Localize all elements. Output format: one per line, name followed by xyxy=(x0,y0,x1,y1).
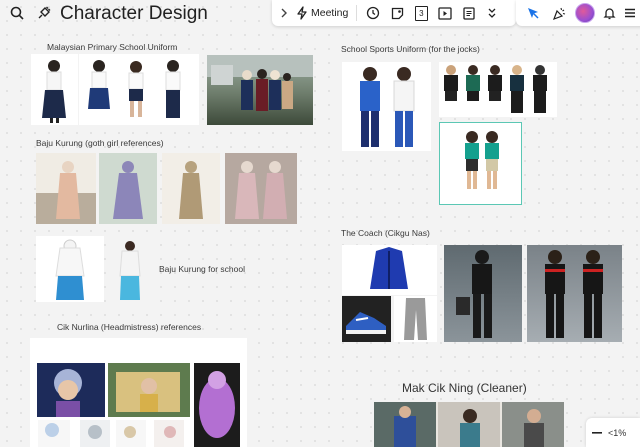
section-label-malaysian-uniform: Malaysian Primary School Uniform xyxy=(47,42,178,52)
meeting-button[interactable]: Meeting xyxy=(292,0,352,26)
uniform-photo-outdoor[interactable] xyxy=(207,55,313,125)
coach-tracksuit-photo-1[interactable] xyxy=(444,245,522,342)
plugin-icon[interactable] xyxy=(34,4,52,22)
zoom-level: <1% xyxy=(608,427,627,438)
baju-kurung-school-photo-1[interactable] xyxy=(36,236,104,302)
lightning-icon xyxy=(296,6,308,20)
celebrate-icon[interactable] xyxy=(546,0,572,26)
uniform-photo-group[interactable] xyxy=(79,54,199,125)
baju-kurung-photo-2[interactable] xyxy=(99,153,157,224)
cursor-icon[interactable] xyxy=(520,0,546,26)
chevron-right-icon[interactable] xyxy=(276,0,292,26)
menu-icon[interactable] xyxy=(620,0,640,26)
chevrons-down-icon[interactable] xyxy=(481,0,503,26)
sports-uniform-photo-2[interactable] xyxy=(439,62,557,117)
sticky-note-icon[interactable] xyxy=(385,0,409,26)
section-label-baju-kurung: Baju Kurung (goth girl references) xyxy=(36,138,164,148)
bell-icon[interactable] xyxy=(598,0,620,26)
notes-icon[interactable] xyxy=(457,0,481,26)
section-label-baju-kurung-school: Baju Kurung for school xyxy=(159,264,245,274)
toolbar-divider xyxy=(356,5,358,21)
page-number-icon[interactable]: 3 xyxy=(409,0,433,26)
avatar[interactable] xyxy=(572,0,598,26)
section-label-cleaner: Mak Cik Ning (Cleaner) xyxy=(402,381,527,395)
headmistress-reference-board[interactable] xyxy=(30,338,247,447)
coach-jacket-photo[interactable] xyxy=(342,245,437,295)
cleaner-reference-board[interactable] xyxy=(374,402,564,447)
baju-kurung-photo-4[interactable] xyxy=(225,153,297,224)
sports-uniform-photo-1[interactable] xyxy=(342,62,431,151)
play-icon[interactable] xyxy=(433,0,457,26)
uniform-photo-girl[interactable] xyxy=(31,54,78,125)
section-label-coach: The Coach (Cikgu Nas) xyxy=(341,228,430,238)
zoom-control: <1% xyxy=(586,418,640,447)
baju-kurung-school-photo-2[interactable] xyxy=(107,236,153,302)
coach-shoes-photo[interactable] xyxy=(342,296,391,342)
board-title: Character Design xyxy=(60,3,208,24)
section-label-sports-uniform: School Sports Uniform (for the jocks) xyxy=(341,44,480,54)
meeting-label: Meeting xyxy=(311,7,349,19)
collaboration-toolbar: Meeting 3 xyxy=(272,0,516,26)
zoom-out-button[interactable] xyxy=(586,431,608,434)
search-icon[interactable] xyxy=(8,4,26,22)
coach-tracksuit-photo-2[interactable] xyxy=(527,245,622,342)
baju-kurung-photo-1[interactable] xyxy=(36,153,96,224)
timer-icon[interactable] xyxy=(361,0,385,26)
section-label-cik-nurlina: Cik Nurlina (Headmistress) references xyxy=(57,322,202,332)
baju-kurung-photo-3[interactable] xyxy=(162,153,220,224)
coach-pants-photo[interactable] xyxy=(394,296,437,342)
page-number: 3 xyxy=(414,5,428,21)
sports-uniform-photo-selected[interactable] xyxy=(439,122,522,205)
user-toolbar xyxy=(516,0,640,26)
